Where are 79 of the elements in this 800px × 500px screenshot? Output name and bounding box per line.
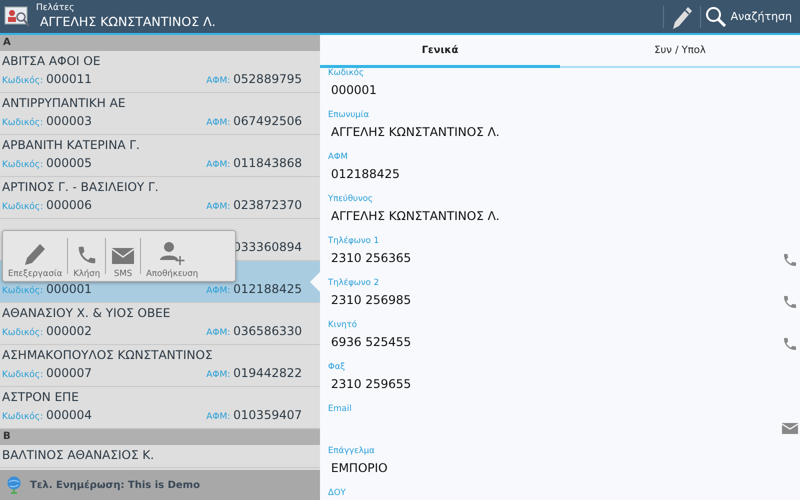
- field-value: 012188425: [330, 167, 401, 181]
- field-value: 2310 259655: [330, 377, 412, 391]
- tab[interactable]: Συν / Υπολ: [560, 35, 800, 68]
- field-label: ΑΦΜ: [328, 152, 349, 163]
- afm-label: ΑΦΜ:: [206, 202, 230, 212]
- code-value: 000005: [46, 156, 92, 170]
- field-value: 2310 256985: [330, 293, 412, 307]
- afm-value: 023872370: [233, 198, 302, 212]
- field-label: Email: [328, 404, 353, 415]
- code-value: 000002: [46, 324, 92, 338]
- search-button[interactable]: Αναζήτηση: [704, 6, 792, 28]
- field-value: 6936 525455: [330, 335, 412, 349]
- field-value: 000001: [330, 83, 378, 97]
- search-icon: [704, 6, 727, 28]
- afm-label: ΑΦΜ:: [206, 328, 230, 338]
- field-label: Κινητό: [328, 320, 358, 331]
- code-label: Κωδικός:: [2, 76, 44, 86]
- code-value: 000011: [46, 72, 92, 86]
- afm-label: ΑΦΜ:: [206, 118, 230, 128]
- code-label: Κωδικός:: [2, 286, 44, 296]
- tab[interactable]: Γενικά: [320, 35, 560, 68]
- pencil-icon: [23, 242, 48, 266]
- field-value: ΕΜΠΟΡΙΟ: [330, 461, 389, 475]
- customer-name: ΑΡΒΑΝΙΤΗ ΚΑΤΕΡΙΝΑ Γ.: [2, 138, 140, 152]
- window-title: ΑΓΓΕΛΗΣ ΚΩΝΣΤΑΝΤΙΝΟΣ Λ.: [39, 14, 217, 30]
- section-header: Α: [0, 35, 320, 51]
- pointer-icon: [310, 272, 320, 292]
- field-label: Υπεύθυνος: [328, 194, 374, 205]
- code-value: 000001: [46, 282, 92, 296]
- field-label: Τηλέφωνο 2: [328, 278, 380, 289]
- email-button[interactable]: [782, 422, 800, 434]
- section-title: Πελάτες: [36, 3, 76, 14]
- afm-label: ΑΦΜ:: [206, 370, 230, 380]
- customer-name: ΑΒΙΤΣΑ ΑΦΟΙ ΟΕ: [2, 54, 100, 68]
- field-label: Κωδικός: [328, 68, 365, 79]
- field-label: Επωνυμία: [328, 110, 370, 121]
- afm-value: 036586330: [233, 324, 302, 338]
- afm-value: 012188425: [233, 282, 302, 296]
- code-value: 000004: [46, 408, 92, 422]
- phone-icon: [782, 336, 798, 352]
- afm-label: ΑΦΜ:: [206, 286, 230, 296]
- code-label: Κωδικός:: [2, 202, 44, 212]
- section-header: Β: [0, 429, 320, 445]
- customer-name: ΑΡΤΙΝΟΣ Γ. - ΒΑΣΙΛΕΙΟΥ Γ.: [2, 180, 159, 194]
- afm-label: ΑΦΜ:: [206, 76, 230, 86]
- field-label: Τηλέφωνο 1: [328, 236, 380, 247]
- field-label: ΔΟΥ: [328, 488, 347, 499]
- phone-icon: [782, 252, 798, 268]
- customer-card-icon: [4, 4, 30, 28]
- afm-value: 052889795: [233, 72, 302, 86]
- customer-name: ΑΘΑΝΑΣΙΟΥ Χ. & ΥΙΟΣ ΟΒΕΕ: [2, 306, 170, 320]
- afm-value: 019442822: [233, 366, 302, 380]
- field-value: ΑΓΓΕΛΗΣ ΚΩΝΣΤΑΝΤΙΝΟΣ Λ.: [330, 209, 501, 223]
- add-person-icon: [158, 240, 186, 266]
- customer-name: ΒΑΛΤΙΝΟΣ ΑΘΑΝΑΣΙΟΣ Κ.: [2, 448, 154, 462]
- afm-label: ΑΦΜ:: [206, 412, 230, 422]
- code-value: 000007: [46, 366, 92, 380]
- field-value: ΑΓΓΕΛΗΣ ΚΩΝΣΤΑΝΤΙΝΟΣ Λ.: [330, 125, 501, 139]
- code-label: Κωδικός:: [2, 370, 44, 380]
- code-value: 000006: [46, 198, 92, 212]
- code-label: Κωδικός:: [2, 160, 44, 170]
- status-text: Τελ. Ενημέρωση: This is Demo: [30, 480, 200, 490]
- field-value: 2310 256365: [330, 251, 412, 265]
- code-label: Κωδικός:: [2, 412, 44, 422]
- afm-value: 011843868: [233, 156, 302, 170]
- afm-label: ΑΦΜ:: [206, 160, 230, 170]
- code-label: Κωδικός:: [2, 118, 44, 128]
- code-value: 000003: [46, 114, 92, 128]
- code-label: Κωδικός:: [2, 328, 44, 338]
- customer-name: ΑΝΤΙΡΡΥΠΑΝΤΙΚΗ ΑΕ: [2, 96, 126, 110]
- customer-name: ΑΣΤΡΟΝ ΕΠΕ: [2, 390, 79, 404]
- afm-value: 010359407: [233, 408, 302, 422]
- field-label: Επάγγελμα: [328, 446, 376, 457]
- globe-icon: [6, 476, 22, 494]
- phone-icon: [782, 294, 798, 310]
- field-label: Φαξ: [328, 362, 346, 373]
- envelope-icon: [111, 246, 136, 266]
- customer-name: ΑΣΗΜΑΚΟΠΟΥΛΟΣ ΚΩΝΣΤΑΝΤΙΝΟΣ: [2, 348, 213, 362]
- afm-value: 067492506: [233, 114, 302, 128]
